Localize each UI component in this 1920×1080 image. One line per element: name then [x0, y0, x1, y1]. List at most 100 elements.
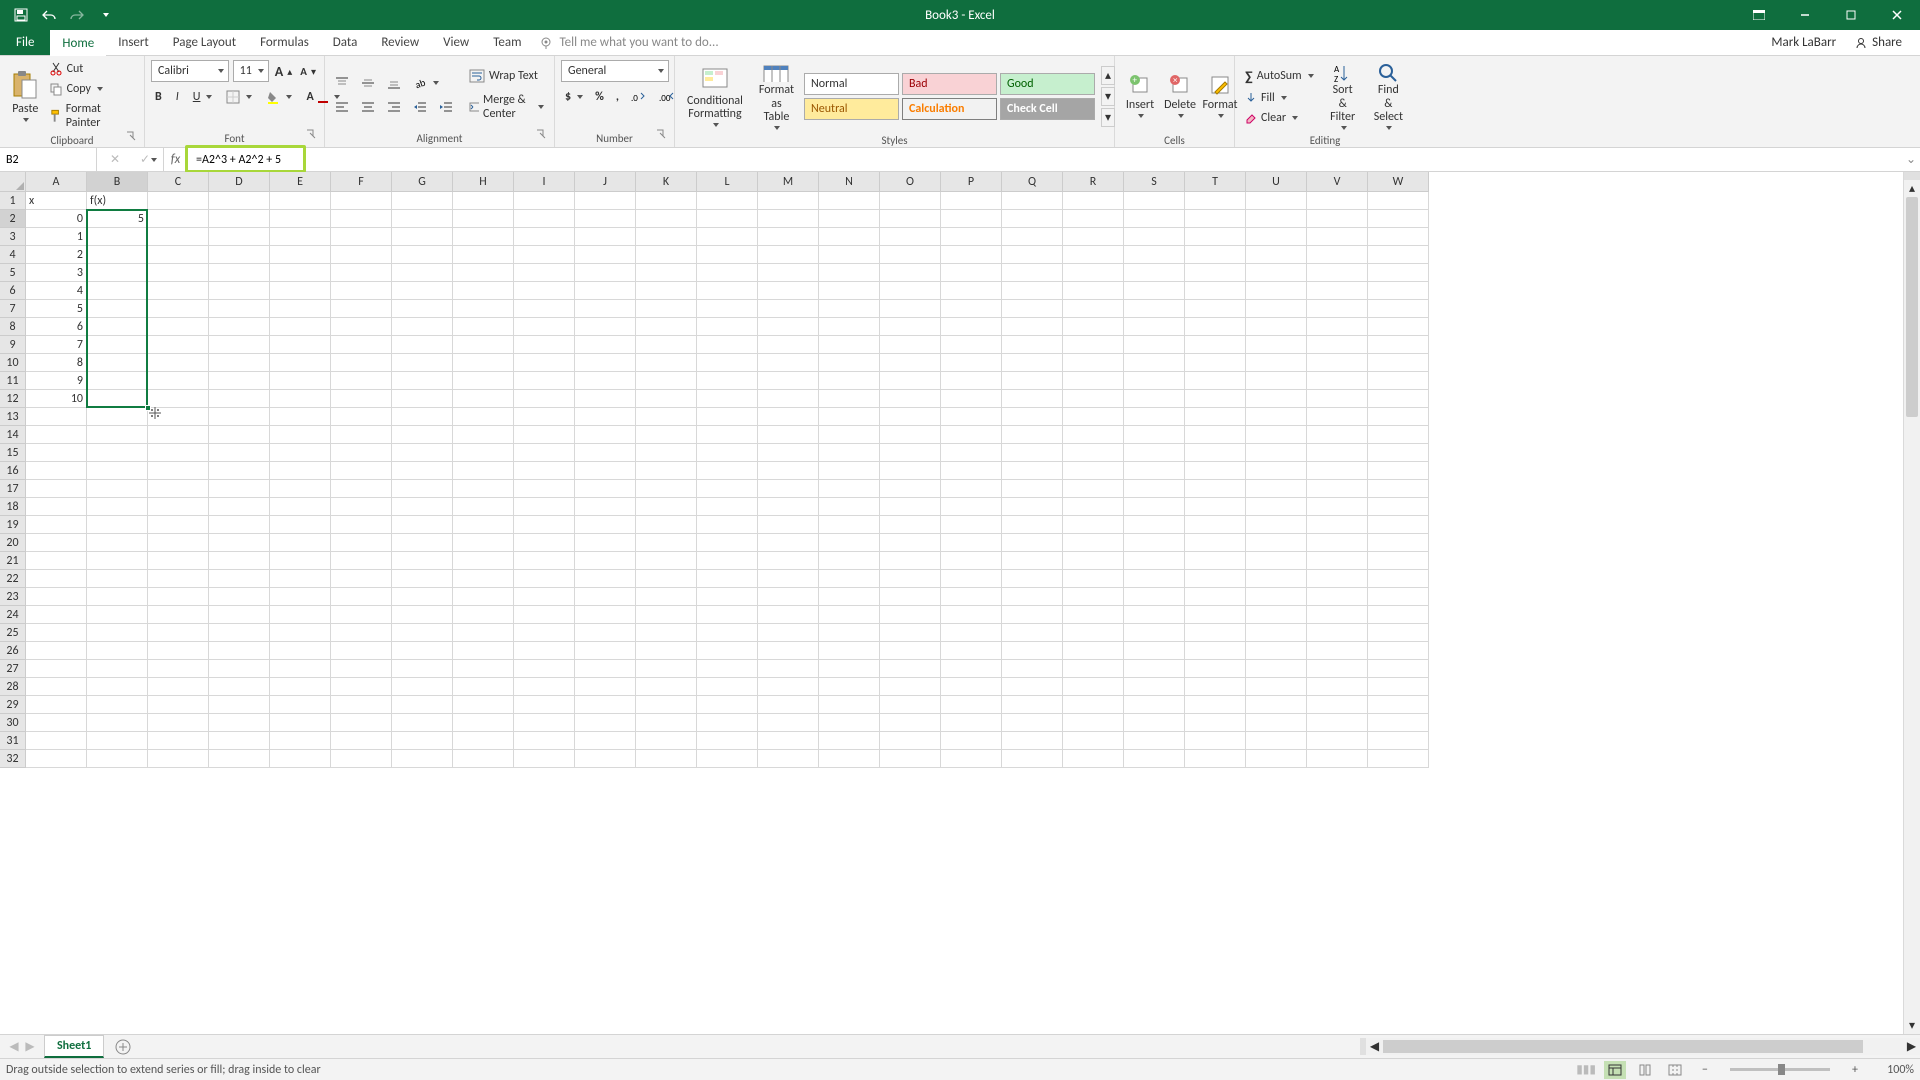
font-launcher[interactable]	[304, 129, 318, 143]
cell-D3[interactable]	[209, 228, 270, 246]
cell-A26[interactable]	[26, 642, 87, 660]
cell-Q20[interactable]	[1002, 534, 1063, 552]
cell-N28[interactable]	[819, 678, 880, 696]
cell-P2[interactable]	[941, 210, 1002, 228]
cell-E7[interactable]	[270, 300, 331, 318]
cell-S9[interactable]	[1124, 336, 1185, 354]
cell-W11[interactable]	[1368, 372, 1429, 390]
cell-J17[interactable]	[575, 480, 636, 498]
cell-M19[interactable]	[758, 516, 819, 534]
cell-C4[interactable]	[148, 246, 209, 264]
cell-S14[interactable]	[1124, 426, 1185, 444]
column-header-K[interactable]: K	[636, 172, 697, 192]
cell-D5[interactable]	[209, 264, 270, 282]
borders-button[interactable]	[222, 88, 256, 106]
cell-B20[interactable]	[87, 534, 148, 552]
decrease-indent-icon[interactable]	[409, 98, 431, 116]
cell-R3[interactable]	[1063, 228, 1124, 246]
cell-M28[interactable]	[758, 678, 819, 696]
cell-R24[interactable]	[1063, 606, 1124, 624]
cell-L28[interactable]	[697, 678, 758, 696]
cell-U9[interactable]	[1246, 336, 1307, 354]
cell-N3[interactable]	[819, 228, 880, 246]
cell-U5[interactable]	[1246, 264, 1307, 282]
cell-M24[interactable]	[758, 606, 819, 624]
cell-M7[interactable]	[758, 300, 819, 318]
cell-S22[interactable]	[1124, 570, 1185, 588]
cell-G12[interactable]	[392, 390, 453, 408]
vertical-split-handle[interactable]	[1904, 172, 1920, 180]
cell-G13[interactable]	[392, 408, 453, 426]
cell-B32[interactable]	[87, 750, 148, 768]
column-header-J[interactable]: J	[575, 172, 636, 192]
cell-N25[interactable]	[819, 624, 880, 642]
cell-O5[interactable]	[880, 264, 941, 282]
cell-H21[interactable]	[453, 552, 514, 570]
cell-K22[interactable]	[636, 570, 697, 588]
cell-H4[interactable]	[453, 246, 514, 264]
cell-V24[interactable]	[1307, 606, 1368, 624]
cell-C19[interactable]	[148, 516, 209, 534]
cell-R32[interactable]	[1063, 750, 1124, 768]
cell-A2[interactable]: 0	[26, 210, 87, 228]
cell-V23[interactable]	[1307, 588, 1368, 606]
cell-A14[interactable]	[26, 426, 87, 444]
cell-J24[interactable]	[575, 606, 636, 624]
cell-P7[interactable]	[941, 300, 1002, 318]
cell-J30[interactable]	[575, 714, 636, 732]
row-header-17[interactable]: 17	[0, 480, 26, 498]
cell-O15[interactable]	[880, 444, 941, 462]
user-name[interactable]: Mark LaBarr	[1771, 35, 1836, 50]
cell-J22[interactable]	[575, 570, 636, 588]
cell-E4[interactable]	[270, 246, 331, 264]
cell-O29[interactable]	[880, 696, 941, 714]
cell-A30[interactable]	[26, 714, 87, 732]
cell-I15[interactable]	[514, 444, 575, 462]
cell-F21[interactable]	[331, 552, 392, 570]
cell-T27[interactable]	[1185, 660, 1246, 678]
font-name-select[interactable]: Calibri	[151, 60, 229, 82]
cell-C28[interactable]	[148, 678, 209, 696]
cell-G25[interactable]	[392, 624, 453, 642]
cell-B9[interactable]	[87, 336, 148, 354]
cell-K15[interactable]	[636, 444, 697, 462]
row-header-31[interactable]: 31	[0, 732, 26, 750]
cell-D21[interactable]	[209, 552, 270, 570]
cell-D22[interactable]	[209, 570, 270, 588]
column-header-W[interactable]: W	[1368, 172, 1429, 192]
cell-V10[interactable]	[1307, 354, 1368, 372]
cell-H25[interactable]	[453, 624, 514, 642]
cell-D27[interactable]	[209, 660, 270, 678]
cell-Q14[interactable]	[1002, 426, 1063, 444]
cell-H14[interactable]	[453, 426, 514, 444]
cell-F22[interactable]	[331, 570, 392, 588]
cell-Q11[interactable]	[1002, 372, 1063, 390]
cell-T4[interactable]	[1185, 246, 1246, 264]
sheet-nav-next[interactable]: ▶	[22, 1039, 38, 1055]
cell-L7[interactable]	[697, 300, 758, 318]
cell-B11[interactable]	[87, 372, 148, 390]
cell-M8[interactable]	[758, 318, 819, 336]
cell-N23[interactable]	[819, 588, 880, 606]
cell-U25[interactable]	[1246, 624, 1307, 642]
row-header-11[interactable]: 11	[0, 372, 26, 390]
cell-O13[interactable]	[880, 408, 941, 426]
cell-Q27[interactable]	[1002, 660, 1063, 678]
cell-U1[interactable]	[1246, 192, 1307, 210]
cell-T25[interactable]	[1185, 624, 1246, 642]
cell-V3[interactable]	[1307, 228, 1368, 246]
cell-T10[interactable]	[1185, 354, 1246, 372]
cell-M14[interactable]	[758, 426, 819, 444]
cell-G19[interactable]	[392, 516, 453, 534]
cell-M32[interactable]	[758, 750, 819, 768]
cell-J11[interactable]	[575, 372, 636, 390]
cell-M22[interactable]	[758, 570, 819, 588]
cell-D26[interactable]	[209, 642, 270, 660]
clipboard-launcher[interactable]	[124, 131, 138, 145]
cell-W28[interactable]	[1368, 678, 1429, 696]
cell-P17[interactable]	[941, 480, 1002, 498]
cell-I21[interactable]	[514, 552, 575, 570]
number-launcher[interactable]	[654, 129, 668, 143]
cell-Q15[interactable]	[1002, 444, 1063, 462]
cell-Q13[interactable]	[1002, 408, 1063, 426]
